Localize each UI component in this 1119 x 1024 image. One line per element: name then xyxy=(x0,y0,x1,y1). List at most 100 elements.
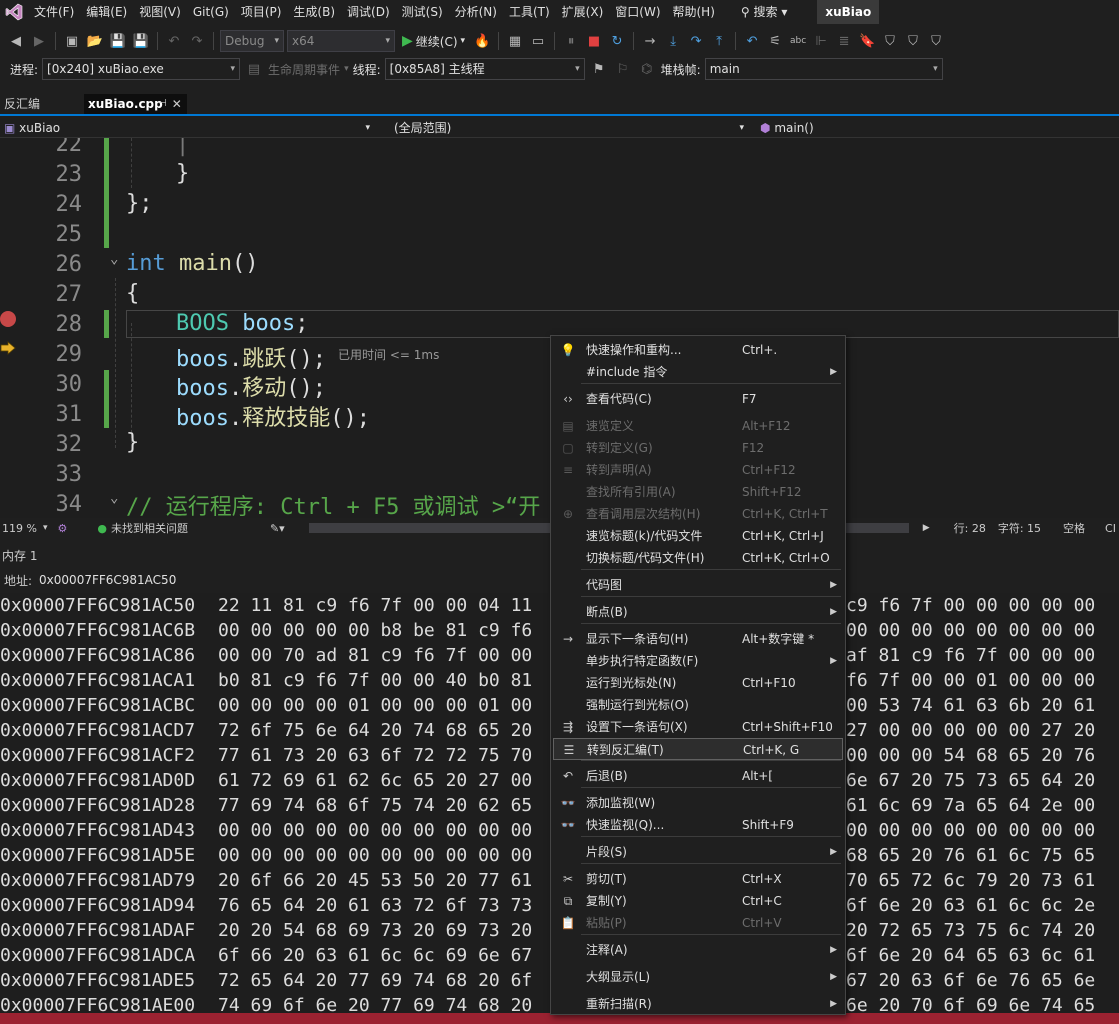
line-ending-indicator[interactable]: CI xyxy=(1105,522,1116,535)
perf-tip[interactable]: 已用时间 <= 1ms xyxy=(338,346,439,363)
save-all-icon[interactable]: 💾 xyxy=(131,31,151,51)
continue-button[interactable]: ▶ 继续(C) ▾ xyxy=(398,33,469,50)
show-next-statement-icon[interactable]: → xyxy=(640,31,660,51)
menu-item-6[interactable]: 调试(D) xyxy=(341,0,396,24)
configuration-select[interactable]: Debug ▾ xyxy=(220,30,284,52)
line-indicator[interactable]: 行: 28 xyxy=(954,520,986,536)
menu-item-3[interactable]: Git(G) xyxy=(187,0,235,24)
menu-item-5[interactable]: 生成(B) xyxy=(287,0,341,24)
scope-select[interactable]: (全局范围) ▾ xyxy=(390,118,750,138)
spell-check-icon[interactable]: abc xyxy=(788,31,808,51)
stack-frame-select[interactable]: main ▾ xyxy=(704,58,943,80)
visual-studio-logo-icon[interactable] xyxy=(0,0,28,24)
menu-item-8[interactable]: 分析(N) xyxy=(449,0,503,24)
context-menu-item-1[interactable]: #include 指令 ▶ xyxy=(553,361,843,383)
hex-display-icon[interactable]: ⚟ xyxy=(765,31,785,51)
thread-select[interactable]: [0x85A8] 主线程 ▾ xyxy=(384,58,585,80)
whitespace-indicator[interactable]: 空格 xyxy=(1063,520,1085,536)
save-icon[interactable]: 💾 xyxy=(108,31,128,51)
step-over-icon[interactable]: ↷ xyxy=(686,31,706,51)
step-into-icon[interactable]: ⤓ xyxy=(663,31,683,51)
pin-tab-icon[interactable]: ⊣ xyxy=(158,94,167,114)
cleanup-icon[interactable]: ✎▾ xyxy=(270,522,285,535)
indent-icon[interactable]: ⊩ xyxy=(811,31,831,51)
hot-reload-icon[interactable]: 🔥 xyxy=(472,31,492,51)
menu-item-2[interactable]: 视图(V) xyxy=(133,0,187,24)
layout-icon[interactable]: ▭ xyxy=(528,31,548,51)
menu-item-0[interactable]: 文件(F) xyxy=(28,0,80,24)
stop-icon[interactable]: ■ xyxy=(584,31,604,51)
bookmark-prev-icon[interactable]: ⛉ xyxy=(903,31,923,51)
redo-icon[interactable]: ↷ xyxy=(187,31,207,51)
context-menu-item-24[interactable]: 📋 粘贴(P) Ctrl+V xyxy=(553,912,843,934)
context-menu-item-17[interactable]: ☰ 转到反汇编(T) Ctrl+K, G xyxy=(553,738,843,760)
context-menu-item-19[interactable]: 👓 添加监视(W) xyxy=(553,792,843,814)
step-back-icon[interactable]: ↶ xyxy=(742,31,762,51)
new-project-icon[interactable]: ▣ xyxy=(62,31,82,51)
restart-icon[interactable]: ↻ xyxy=(607,31,627,51)
line-number-gutter[interactable]: 22 23 24 25 26 27 28 29 30 31 32 33 34 xyxy=(0,138,100,518)
context-menu-item-9[interactable]: 切换标题/代码文件(H) Ctrl+K, Ctrl+O xyxy=(553,547,843,569)
scroll-right-icon[interactable]: ▶ xyxy=(923,523,930,533)
flag-icon[interactable]: ⚑ xyxy=(589,59,609,79)
context-menu-item-4[interactable]: ▢ 转到定义(G) F12 xyxy=(553,437,843,459)
context-menu-item-16[interactable]: ⇶ 设置下一条语句(X) Ctrl+Shift+F10 xyxy=(553,716,843,738)
context-menu-item-18[interactable]: ↶ 后退(B) Alt+[ xyxy=(553,765,843,787)
close-tab-icon[interactable]: ✕ xyxy=(172,94,182,114)
context-menu-item-13[interactable]: 单步执行特定函数(F) ▶ xyxy=(553,650,843,672)
context-menu-item-14[interactable]: 运行到光标处(N) Ctrl+F10 xyxy=(553,672,843,694)
context-menu-item-25[interactable]: 注释(A) ▶ xyxy=(553,939,843,961)
menu-item-7[interactable]: 测试(S) xyxy=(396,0,449,24)
context-menu-item-6[interactable]: 查找所有引用(A) Shift+F12 xyxy=(553,481,843,503)
column-indicator[interactable]: 字符: 15 xyxy=(998,520,1041,536)
collapse-comment-icon[interactable]: ⌄ xyxy=(110,490,118,506)
comment-icon[interactable]: ≣ xyxy=(834,31,854,51)
platform-select[interactable]: x64 ▾ xyxy=(287,30,395,52)
bookmark-next-icon[interactable]: ⛉ xyxy=(880,31,900,51)
lifecycle-icon[interactable]: ▤ xyxy=(244,59,264,79)
context-menu-item-11[interactable]: 断点(B) ▶ xyxy=(553,601,843,623)
context-menu-item-5[interactable]: ≡ 转到声明(A) Ctrl+F12 xyxy=(553,459,843,481)
issues-status[interactable]: 未找到相关问题 xyxy=(111,520,188,536)
context-menu-item-10[interactable]: 代码图 ▶ xyxy=(553,574,843,596)
menu-item-12[interactable]: 帮助(H) xyxy=(667,0,721,24)
intellicode-icon[interactable]: ⚙ xyxy=(57,522,67,535)
context-menu-item-21[interactable]: 片段(S) ▶ xyxy=(553,841,843,863)
bookmark-clear-icon[interactable]: ⛉ xyxy=(926,31,946,51)
context-menu-item-0[interactable]: 💡 快速操作和重构... Ctrl+. xyxy=(553,339,843,361)
context-menu-item-3[interactable]: ▤ 速览定义 Alt+F12 xyxy=(553,415,843,437)
search-button[interactable]: ⚲ 搜索 ▾ xyxy=(733,0,795,24)
context-menu-item-23[interactable]: ⧉ 复制(Y) Ctrl+C xyxy=(553,890,843,912)
diagnostic-icon[interactable]: ▦ xyxy=(505,31,525,51)
breakpoint-icon[interactable] xyxy=(0,311,16,327)
context-menu-item-2[interactable]: ‹› 查看代码(C) F7 xyxy=(553,388,843,410)
collapse-main-icon[interactable]: ⌄ xyxy=(110,251,118,267)
zoom-level[interactable]: 119 % xyxy=(2,522,37,535)
menu-item-9[interactable]: 工具(T) xyxy=(503,0,556,24)
thread-filter-icon[interactable]: ⌬ xyxy=(637,59,657,79)
lifecycle-events-button[interactable]: 生命周期事件 xyxy=(268,61,340,78)
context-menu-item-8[interactable]: 速览标题(k)/代码文件 Ctrl+K, Ctrl+J xyxy=(553,525,843,547)
step-out-icon[interactable]: ⤒ xyxy=(709,31,729,51)
tab-disassembly[interactable]: 反汇编 xyxy=(0,94,44,114)
menu-item-1[interactable]: 编辑(E) xyxy=(80,0,133,24)
context-menu-item-27[interactable]: 重新扫描(R) ▶ xyxy=(553,993,843,1015)
menu-item-10[interactable]: 扩展(X) xyxy=(556,0,610,24)
context-menu-item-26[interactable]: 大纲显示(L) ▶ xyxy=(553,966,843,988)
menu-item-4[interactable]: 项目(P) xyxy=(235,0,288,24)
context-menu-item-15[interactable]: 强制运行到光标(O) xyxy=(553,694,843,716)
context-menu-item-7[interactable]: ⊕ 查看调用层次结构(H) Ctrl+K, Ctrl+T xyxy=(553,503,843,525)
menu-item-11[interactable]: 窗口(W) xyxy=(609,0,666,24)
flag-filter-icon[interactable]: ⚐ xyxy=(613,59,633,79)
navigate-forward-icon[interactable]: ▶ xyxy=(29,31,49,51)
navigate-back-icon[interactable]: ◀ xyxy=(6,31,26,51)
member-select[interactable]: ⬢ main() xyxy=(756,118,1119,138)
open-file-icon[interactable]: 📂 xyxy=(85,31,105,51)
tab-xubiao-cpp[interactable]: xuBiao.cpp ⊣ ✕ xyxy=(84,94,187,114)
bookmark-icon[interactable]: 🔖 xyxy=(857,31,877,51)
context-menu-item-20[interactable]: 👓 快速监视(Q)... Shift+F9 xyxy=(553,814,843,836)
process-select[interactable]: [0x240] xuBiao.exe ▾ xyxy=(42,58,241,80)
context-menu-item-22[interactable]: ✂ 剪切(T) Ctrl+X xyxy=(553,868,843,890)
pause-icon[interactable]: ⏸ xyxy=(561,31,581,51)
undo-icon[interactable]: ↶ xyxy=(164,31,184,51)
